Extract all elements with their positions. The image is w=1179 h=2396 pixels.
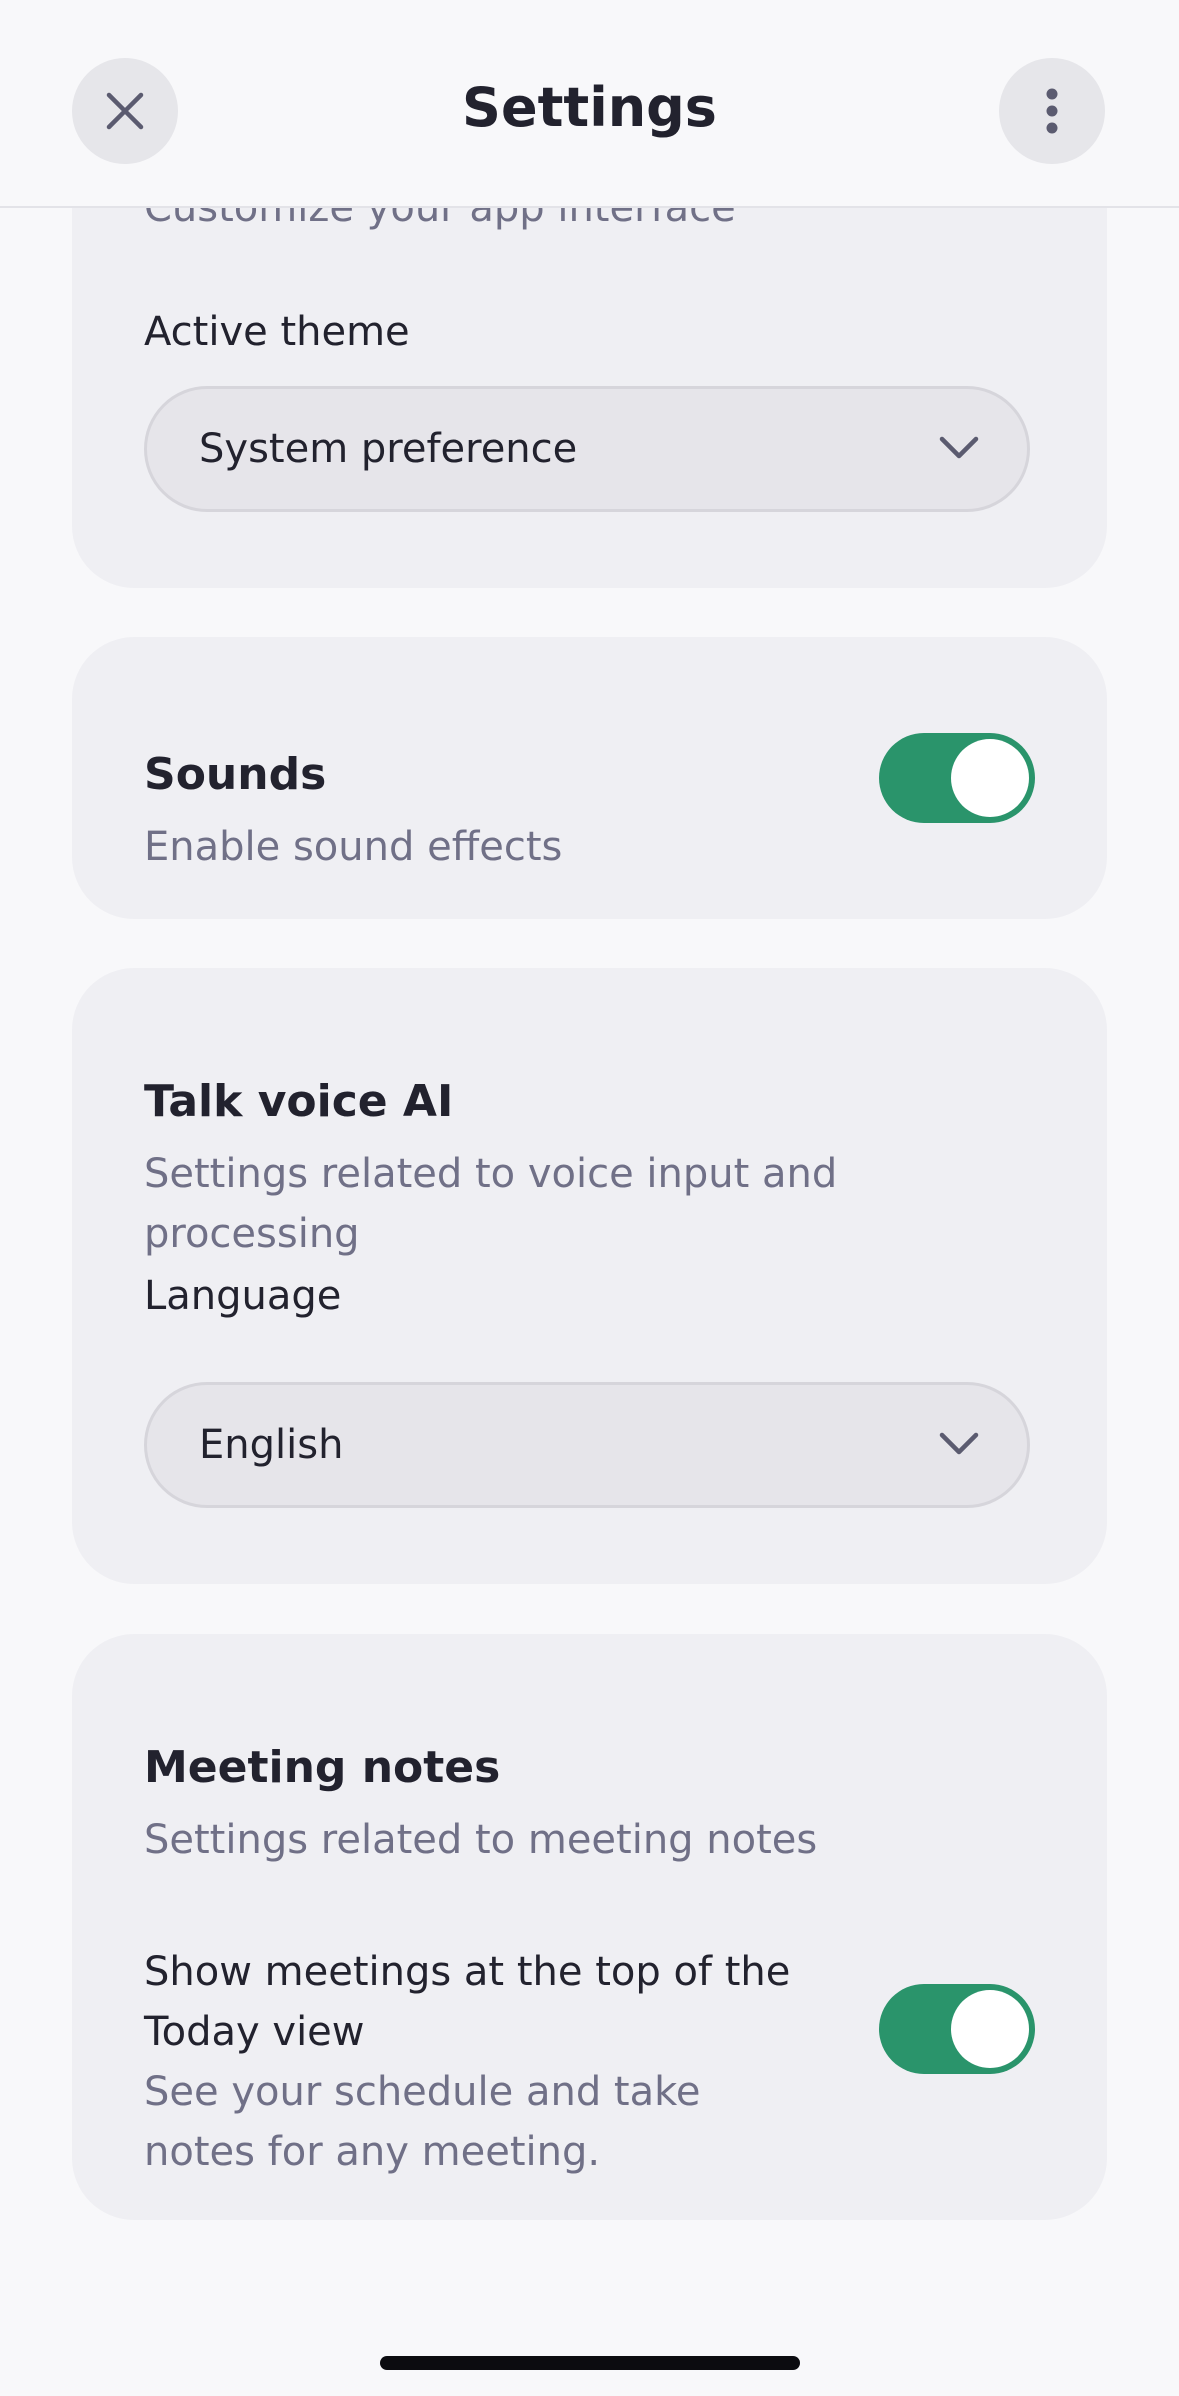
voice-ai-title: Talk voice AI — [144, 1076, 454, 1127]
toggle-knob — [951, 739, 1029, 817]
home-indicator — [380, 2356, 800, 2370]
show-meetings-toggle[interactable] — [879, 1984, 1035, 2074]
meeting-notes-description: Settings related to meeting notes — [144, 1817, 818, 1863]
chevron-down-icon — [939, 436, 979, 459]
sounds-description: Enable sound effects — [144, 824, 563, 870]
show-meetings-setting-description: See your schedule and take notes for any… — [144, 2069, 701, 2175]
show-meetings-setting-title: Show meetings at the top of the Today vi… — [144, 1949, 791, 2055]
language-label: Language — [144, 1273, 342, 1319]
top-navigation-bar: Settings — [0, 0, 1179, 208]
more-options-button[interactable] — [999, 58, 1105, 164]
theme-select[interactable]: System preference — [144, 386, 1030, 512]
sounds-title: Sounds — [144, 749, 327, 800]
active-theme-label: Active theme — [144, 309, 410, 355]
voice-ai-description: Settings related to voice input and proc… — [144, 1151, 838, 1257]
voice-ai-card: Talk voice AI Settings related to voice … — [72, 968, 1107, 1584]
toggle-knob — [951, 1990, 1029, 2068]
meeting-notes-card: Meeting notes Settings related to meetin… — [72, 1634, 1107, 2220]
sounds-toggle[interactable] — [879, 733, 1035, 823]
sounds-card: Sounds Enable sound effects — [72, 637, 1107, 919]
chevron-down-icon — [939, 1432, 979, 1455]
theme-select-value: System preference — [199, 426, 578, 472]
meeting-notes-title: Meeting notes — [144, 1742, 501, 1793]
more-vertical-icon — [1046, 88, 1058, 134]
language-select[interactable]: English — [144, 1382, 1030, 1508]
language-select-value: English — [199, 1422, 344, 1468]
